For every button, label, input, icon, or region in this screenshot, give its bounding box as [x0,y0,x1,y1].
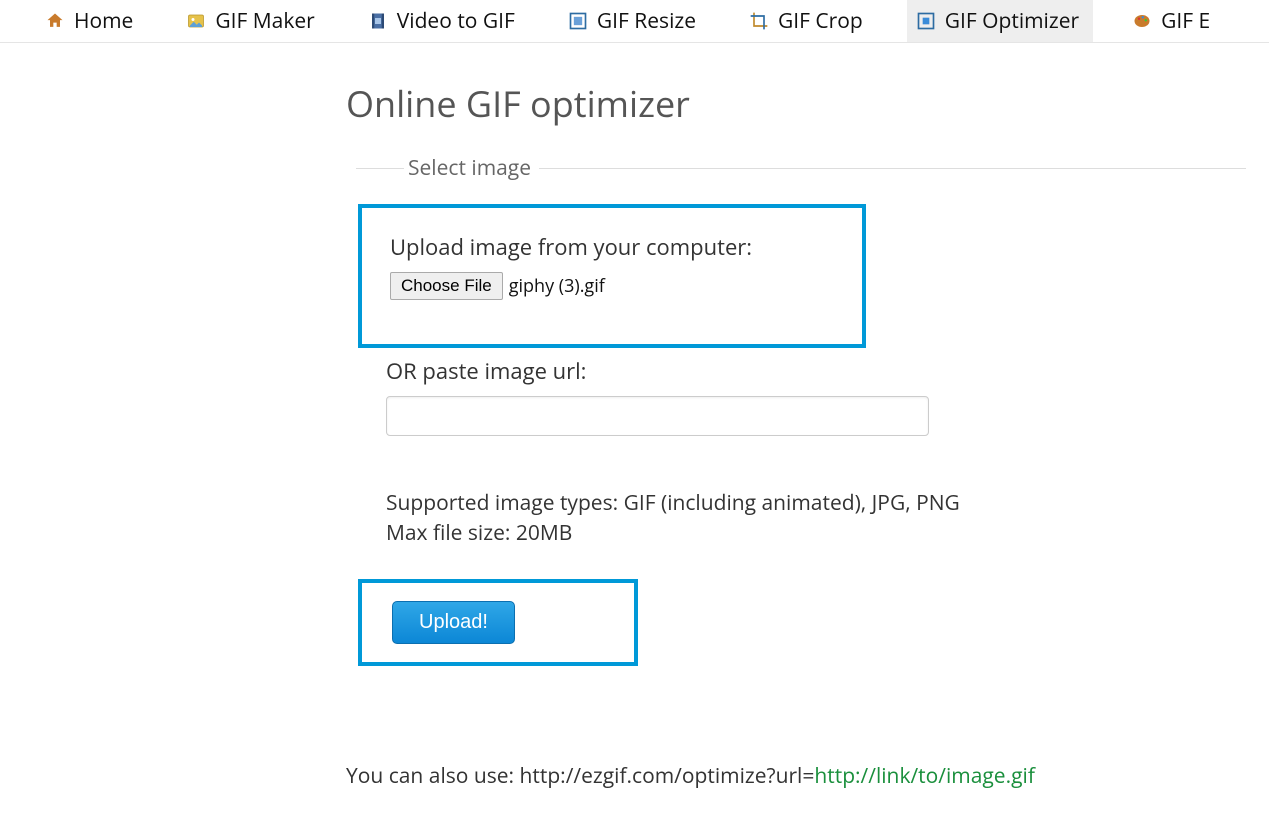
nav-gif-optimizer[interactable]: GIF Optimizer [907,0,1093,42]
home-icon [44,11,66,31]
resize-icon [567,11,589,31]
nav-home[interactable]: Home [36,0,147,42]
footer-prefix: You can also use: http://ezgif.com/optim… [346,762,814,790]
nav-label: GIF Resize [597,7,696,35]
fieldset-legend: Select image [404,154,539,182]
nav-label: GIF Optimizer [945,7,1079,35]
image-icon [185,11,207,31]
nav-gif-crop[interactable]: GIF Crop [740,0,877,42]
film-icon [367,11,389,31]
nav-label: GIF Crop [778,7,863,35]
nav-video-to-gif[interactable]: Video to GIF [359,0,529,42]
page-title: Online GIF optimizer [346,79,1246,128]
support-info: Supported image types: GIF (including an… [386,488,1246,549]
nav-label: Home [74,7,133,35]
file-input-row: Choose File giphy (3).gif [390,272,834,300]
main-content: Online GIF optimizer Select image Upload… [346,43,1246,790]
crop-icon [748,11,770,31]
palette-icon [1131,11,1153,31]
supported-types: Supported image types: GIF (including an… [386,488,1246,518]
upload-label: Upload image from your computer: [390,232,834,262]
max-file-size: Max file size: 20MB [386,518,1246,548]
upload-highlight-box: Upload image from your computer: Choose … [358,204,866,348]
top-nav: Home GIF Maker Video to GIF GIF Resize G… [0,0,1269,43]
nav-gif-resize[interactable]: GIF Resize [559,0,710,42]
nav-gif-maker[interactable]: GIF Maker [177,0,328,42]
selected-filename: giphy (3).gif [509,274,605,298]
footer-example-link[interactable]: http://link/to/image.gif [814,762,1035,790]
optimize-icon [915,11,937,31]
or-paste-label: OR paste image url: [386,356,1246,386]
nav-label: GIF Maker [215,7,314,35]
image-url-input[interactable] [386,396,929,436]
nav-gif-effects[interactable]: GIF E [1123,0,1224,42]
upload-highlight-box-2: Upload! [358,579,638,666]
choose-file-button[interactable]: Choose File [390,272,503,300]
footer-usage-line: You can also use: http://ezgif.com/optim… [346,762,1246,790]
nav-label: Video to GIF [397,7,515,35]
select-image-fieldset: Select image Upload image from your comp… [356,154,1246,706]
nav-label: GIF E [1161,7,1210,35]
upload-button[interactable]: Upload! [392,601,515,644]
